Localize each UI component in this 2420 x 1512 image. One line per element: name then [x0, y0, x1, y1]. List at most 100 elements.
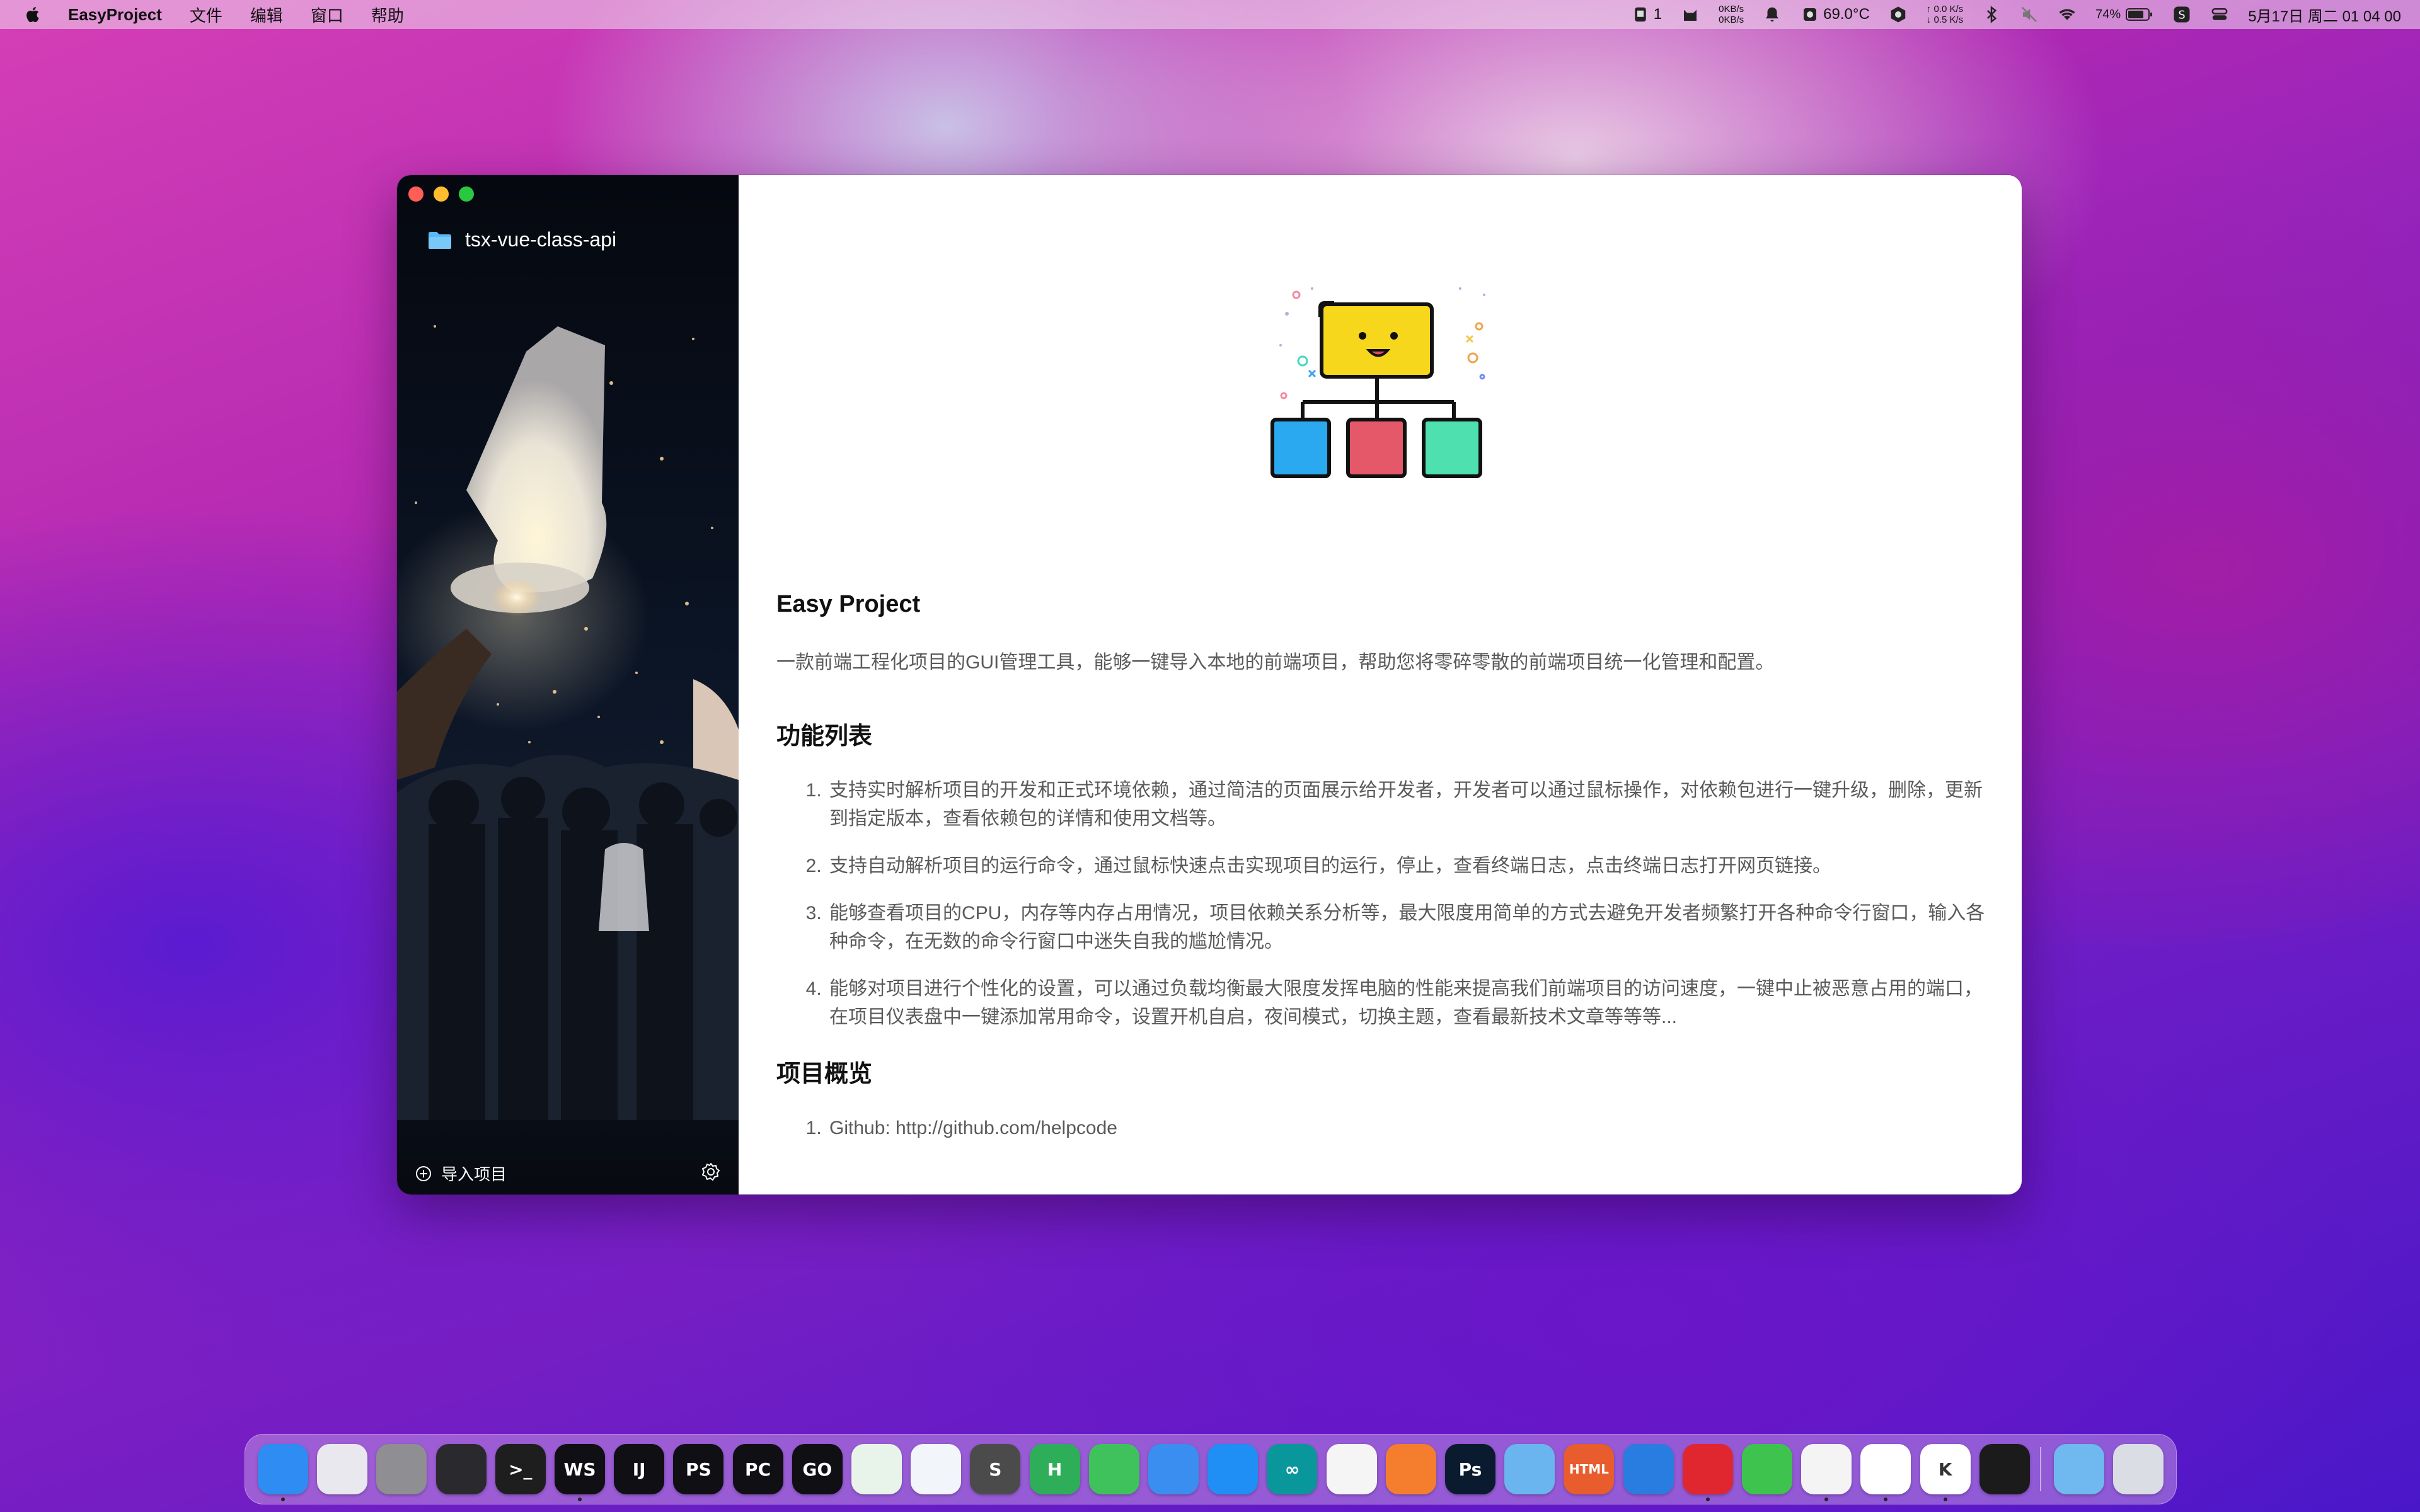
sidebar-project-item[interactable]: tsx-vue-class-api — [427, 228, 616, 251]
gear-icon[interactable] — [701, 1162, 721, 1182]
lantern-photo — [397, 325, 739, 1120]
sogou-input-icon[interactable]: S — [2172, 5, 2191, 24]
temperature-item[interactable]: 69.0°C — [1801, 5, 1870, 24]
database-app[interactable] — [1504, 1444, 1555, 1494]
photoshop-app[interactable]: Ps — [1445, 1444, 1495, 1494]
app-window: tsx-vue-class-api 导入项目 Easy Project 一款前端… — [397, 175, 2022, 1194]
sublime-text-app-label: S — [989, 1458, 1002, 1480]
project-tree-logo-icon — [1270, 287, 1485, 478]
menu-bar: EasyProject 文件 编辑 窗口 帮助 1 0KB/s 0KB/s 69… — [0, 0, 2420, 29]
import-project-label: 导入项目 — [441, 1165, 507, 1184]
dock: >_ WS IJ PS PC GO S H ∞ Ps HTML K — [245, 1434, 2177, 1504]
xcode-app[interactable] — [1148, 1444, 1199, 1494]
phpstorm-app-label: PS — [686, 1458, 712, 1480]
features-list: 支持实时解析项目的开发和正式环境依赖，通过简洁的页面展示给开发者，开发者可以通过… — [776, 776, 1986, 1031]
intellij-app[interactable]: IJ — [614, 1444, 665, 1494]
system-preferences-app[interactable] — [376, 1444, 427, 1494]
trash-app[interactable] — [2113, 1444, 2164, 1494]
overview-heading: 项目概览 — [776, 1061, 873, 1087]
menu-file[interactable]: 文件 — [190, 3, 222, 26]
menu-window[interactable]: 窗口 — [311, 3, 343, 26]
readme-content: Easy Project 一款前端工程化项目的GUI管理工具，能够一键导入本地的… — [776, 591, 1986, 1165]
github-link[interactable]: Github: http://github.com/helpcode — [827, 1114, 1986, 1142]
speed-down-text: ↓ 0.5 K/s — [1926, 14, 1964, 25]
main-content: Easy Project 一款前端工程化项目的GUI管理工具，能够一键导入本地的… — [739, 175, 2022, 1194]
webstorm-app[interactable]: WS — [555, 1444, 605, 1494]
bluetooth-icon[interactable] — [1982, 5, 2001, 24]
pages-app[interactable] — [1385, 1444, 1436, 1494]
battery-item[interactable]: 74% — [2095, 7, 2153, 22]
running-indicator — [281, 1498, 285, 1501]
goland-app-label: GO — [802, 1458, 833, 1480]
hbuilder-app[interactable]: H — [1029, 1444, 1080, 1494]
folder-app[interactable] — [2054, 1444, 2104, 1494]
maximize-window-button[interactable] — [459, 186, 474, 202]
launchpad-app[interactable] — [317, 1444, 368, 1494]
arduino-app-label: ∞ — [1284, 1458, 1300, 1480]
battery-percent: 74% — [2095, 7, 2121, 21]
running-indicator — [1943, 1498, 1947, 1501]
arduino-app[interactable]: ∞ — [1267, 1444, 1318, 1494]
network-monitor[interactable]: 0KB/s 0KB/s — [1719, 4, 1744, 25]
speed-monitor[interactable]: ↑ 0.0 K/s ↓ 0.5 K/s — [1927, 4, 1963, 25]
clock-datetime[interactable]: 5月17日 周二 01 04 00 — [2248, 4, 2401, 26]
status-badge-item[interactable]: 1 — [1631, 5, 1662, 24]
project-title: Easy Project — [776, 591, 921, 617]
project-description: 一款前端工程化项目的GUI管理工具，能够一键导入本地的前端项目，帮助您将零碎零散… — [776, 652, 1775, 673]
wechat-app[interactable] — [1742, 1444, 1792, 1494]
vscode-app[interactable] — [911, 1444, 962, 1494]
layers-app[interactable] — [1979, 1444, 2030, 1494]
finder-app[interactable] — [258, 1444, 308, 1494]
pycharm-app[interactable]: PC — [732, 1444, 783, 1494]
running-indicator — [578, 1498, 582, 1501]
wifi-icon[interactable] — [2058, 5, 2077, 24]
wechat-devtools-app[interactable] — [1088, 1444, 1139, 1494]
hexagon-icon[interactable] — [1889, 5, 1908, 24]
sublime-text-app[interactable]: S — [970, 1444, 1021, 1494]
menu-edit[interactable]: 编辑 — [250, 3, 283, 26]
menu-help[interactable]: 帮助 — [371, 3, 404, 26]
features-heading: 功能列表 — [776, 723, 873, 750]
minimize-window-button[interactable] — [434, 186, 449, 202]
plus-circle-icon — [416, 1166, 431, 1181]
netease-music-app[interactable] — [1682, 1444, 1733, 1494]
running-indicator — [1705, 1498, 1710, 1501]
phpstorm-app[interactable]: PS — [673, 1444, 724, 1494]
cpu-icon — [1804, 8, 1817, 21]
terminal-app[interactable]: >_ — [495, 1444, 546, 1494]
android-studio-app[interactable] — [851, 1444, 902, 1494]
close-window-button[interactable] — [408, 186, 424, 202]
kibana-app[interactable]: K — [1920, 1444, 1971, 1494]
html-app[interactable]: HTML — [1564, 1444, 1615, 1494]
cat-app[interactable] — [1623, 1444, 1674, 1494]
pycharm-app-label: PC — [745, 1458, 771, 1480]
goland-app[interactable]: GO — [792, 1444, 843, 1494]
apple-logo-icon[interactable] — [24, 5, 43, 24]
activity-monitor-app[interactable] — [435, 1444, 487, 1494]
feature-item: 能够对项目进行个性化的设置，可以通过负载均衡最大限度发挥电脑的性能来提高我们前端… — [827, 975, 1986, 1031]
dock-divider — [2040, 1447, 2041, 1491]
kibana-app-label: K — [1938, 1458, 1952, 1480]
app-store-app[interactable] — [1207, 1444, 1259, 1494]
bell-icon[interactable] — [1763, 5, 1782, 24]
svg-text:S: S — [2179, 9, 2186, 21]
photos-app[interactable] — [1326, 1444, 1377, 1494]
feature-item: 支持自动解析项目的运行命令，通过鼠标快速点击实现项目的运行，停止，查看终端日志，… — [827, 852, 1986, 880]
mute-icon[interactable] — [2020, 5, 2039, 24]
temperature-text: 69.0°C — [1823, 6, 1870, 23]
chrome-app[interactable] — [1860, 1444, 1911, 1494]
cat-status-icon[interactable] — [1681, 5, 1700, 24]
overview-list: Github: http://github.com/helpcode — [776, 1114, 1986, 1142]
qq-app[interactable] — [1801, 1444, 1852, 1494]
import-project-button[interactable]: 导入项目 — [415, 1162, 507, 1185]
running-indicator — [1824, 1498, 1829, 1501]
app-name-menu[interactable]: EasyProject — [68, 5, 162, 25]
feature-item: 能够查看项目的CPU，内存等内存占用情况，项目依赖关系分析等，最大限度用简单的方… — [827, 899, 1986, 956]
sidebar-footer: 导入项目 — [397, 1150, 739, 1194]
net-up-text: 0KB/s — [1719, 4, 1744, 14]
badge-icon — [1635, 7, 1646, 22]
running-indicator — [1884, 1498, 1888, 1501]
terminal-app-label: >_ — [509, 1458, 533, 1480]
net-down-text: 0KB/s — [1719, 14, 1744, 25]
control-center-icon[interactable] — [2210, 5, 2229, 24]
